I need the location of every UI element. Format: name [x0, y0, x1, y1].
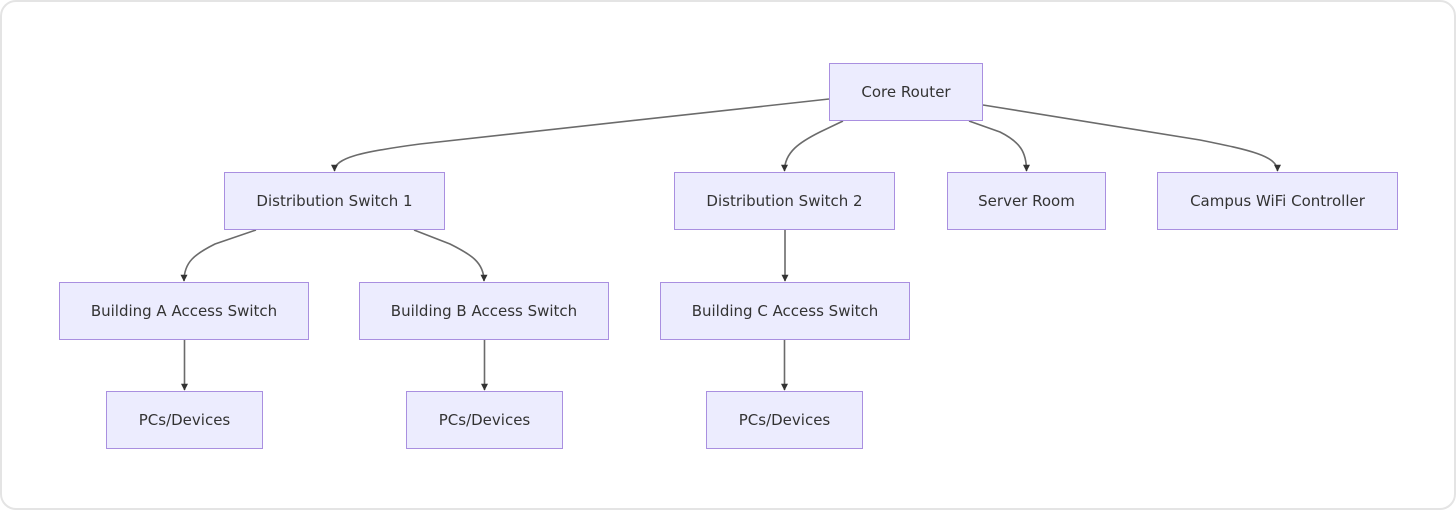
node-server-room[interactable]: Server Room: [947, 172, 1106, 230]
edge-dist1-accB: [413, 229, 488, 282]
node-distribution-switch-1[interactable]: Distribution Switch 1: [224, 172, 445, 230]
node-label: PCs/Devices: [738, 411, 831, 429]
node-label: Distribution Switch 2: [706, 192, 863, 210]
node-label: Server Room: [978, 192, 1075, 210]
node-distribution-switch-2[interactable]: Distribution Switch 2: [674, 172, 895, 230]
node-label: PCs/Devices: [138, 411, 231, 429]
node-label: Distribution Switch 1: [256, 192, 413, 210]
node-building-a-access-switch[interactable]: Building A Access Switch: [59, 282, 309, 340]
node-label: PCs/Devices: [438, 411, 531, 429]
node-label: Building C Access Switch: [691, 302, 879, 320]
node-label: Campus WiFi Controller: [1190, 192, 1365, 210]
edge-core-dist2: [781, 120, 844, 172]
node-label: Building B Access Switch: [390, 302, 578, 320]
node-core-router[interactable]: Core Router: [829, 63, 983, 121]
node-building-b-access-switch[interactable]: Building B Access Switch: [359, 282, 609, 340]
node-building-c-access-switch[interactable]: Building C Access Switch: [660, 282, 910, 340]
node-label: Core Router: [861, 83, 951, 101]
node-campus-wifi-controller[interactable]: Campus WiFi Controller: [1157, 172, 1398, 230]
node-label: Building A Access Switch: [90, 302, 278, 320]
node-pcs-devices-a[interactable]: PCs/Devices: [106, 391, 263, 449]
node-pcs-devices-b[interactable]: PCs/Devices: [406, 391, 563, 449]
edge-core-dist1: [331, 98, 830, 172]
node-pcs-devices-c[interactable]: PCs/Devices: [706, 391, 863, 449]
edge-dist1-accA: [180, 229, 257, 282]
edge-core-wifi: [982, 104, 1281, 172]
edge-core-server: [968, 120, 1030, 172]
